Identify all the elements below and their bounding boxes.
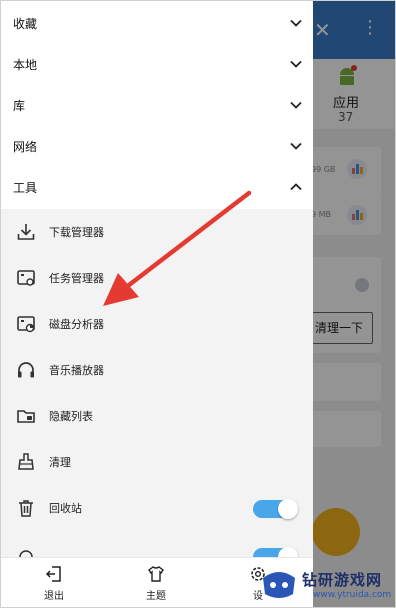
chevron-down-icon [290, 19, 302, 27]
tool-music-player[interactable]: 音乐播放器 [1, 347, 313, 393]
recycle-bin-toggle[interactable] [253, 499, 298, 519]
tool-label: 回收站 [49, 502, 82, 515]
exit-icon [45, 566, 61, 582]
partial-icon [19, 550, 33, 557]
section-tools[interactable]: 工具 [1, 167, 313, 208]
watermark-text: 钻研游戏网 [302, 571, 383, 589]
section-label: 网络 [13, 140, 38, 154]
shirt-icon [148, 566, 164, 582]
section-label: 收藏 [13, 17, 38, 31]
section-local[interactable]: 本地 [1, 44, 313, 85]
watermark-url: www.ytruida.com [313, 590, 392, 600]
navigation-drawer: 收藏 本地 库 网络 工具 下载管理器 任务管理器 磁盘分析器 音乐播放器 隐藏… [1, 1, 313, 607]
toggle-knob [278, 547, 298, 557]
tool-label: 音乐播放器 [49, 364, 104, 377]
theme-label: 主题 [146, 591, 166, 602]
watermark-logo-icon [263, 572, 295, 598]
section-favorites[interactable]: 收藏 [1, 3, 313, 44]
tool-cleaner[interactable]: 清理 [1, 439, 313, 485]
section-library[interactable]: 库 [1, 85, 313, 126]
tool-label: 清理 [49, 456, 71, 469]
section-label: 本地 [13, 58, 38, 72]
section-label: 库 [13, 99, 26, 113]
hidden-folder-icon [17, 410, 35, 423]
screen: ✕ ⋮ 应用 37 99 GB 9 MB 清理一下 收藏 本地 库 网络 工具 … [0, 0, 396, 608]
tool-label: 下载管理器 [49, 226, 104, 239]
broom-icon [18, 453, 34, 470]
tool-task-manager[interactable]: 任务管理器 [1, 255, 313, 301]
chevron-up-icon [290, 183, 302, 191]
disk-analyzer-icon [17, 316, 35, 333]
section-label: 工具 [13, 181, 38, 195]
exit-button[interactable]: 退出 [19, 558, 89, 607]
tool-label: 隐藏列表 [49, 410, 93, 423]
theme-button[interactable]: 主题 [121, 558, 191, 607]
exit-label: 退出 [44, 591, 64, 602]
trash-icon [19, 500, 33, 517]
headphones-icon [18, 362, 34, 378]
tool-hidden-list[interactable]: 隐藏列表 [1, 393, 313, 439]
tool-download-manager[interactable]: 下载管理器 [1, 209, 313, 255]
tool-label: 任务管理器 [49, 272, 104, 285]
tool-partial-item[interactable] [1, 531, 313, 557]
section-network[interactable]: 网络 [1, 126, 313, 167]
chevron-down-icon [290, 60, 302, 68]
download-icon [17, 224, 35, 240]
tool-disk-analyzer[interactable]: 磁盘分析器 [1, 301, 313, 347]
tools-list: 下载管理器 任务管理器 磁盘分析器 音乐播放器 隐藏列表 清理 回收站 [1, 209, 313, 557]
tool-recycle-bin[interactable]: 回收站 [1, 485, 313, 531]
partial-item-toggle[interactable] [253, 547, 298, 557]
task-manager-icon [17, 270, 35, 286]
tool-label: 磁盘分析器 [49, 318, 104, 331]
chevron-down-icon [290, 142, 302, 150]
chevron-down-icon [290, 101, 302, 109]
toggle-knob [278, 499, 298, 519]
